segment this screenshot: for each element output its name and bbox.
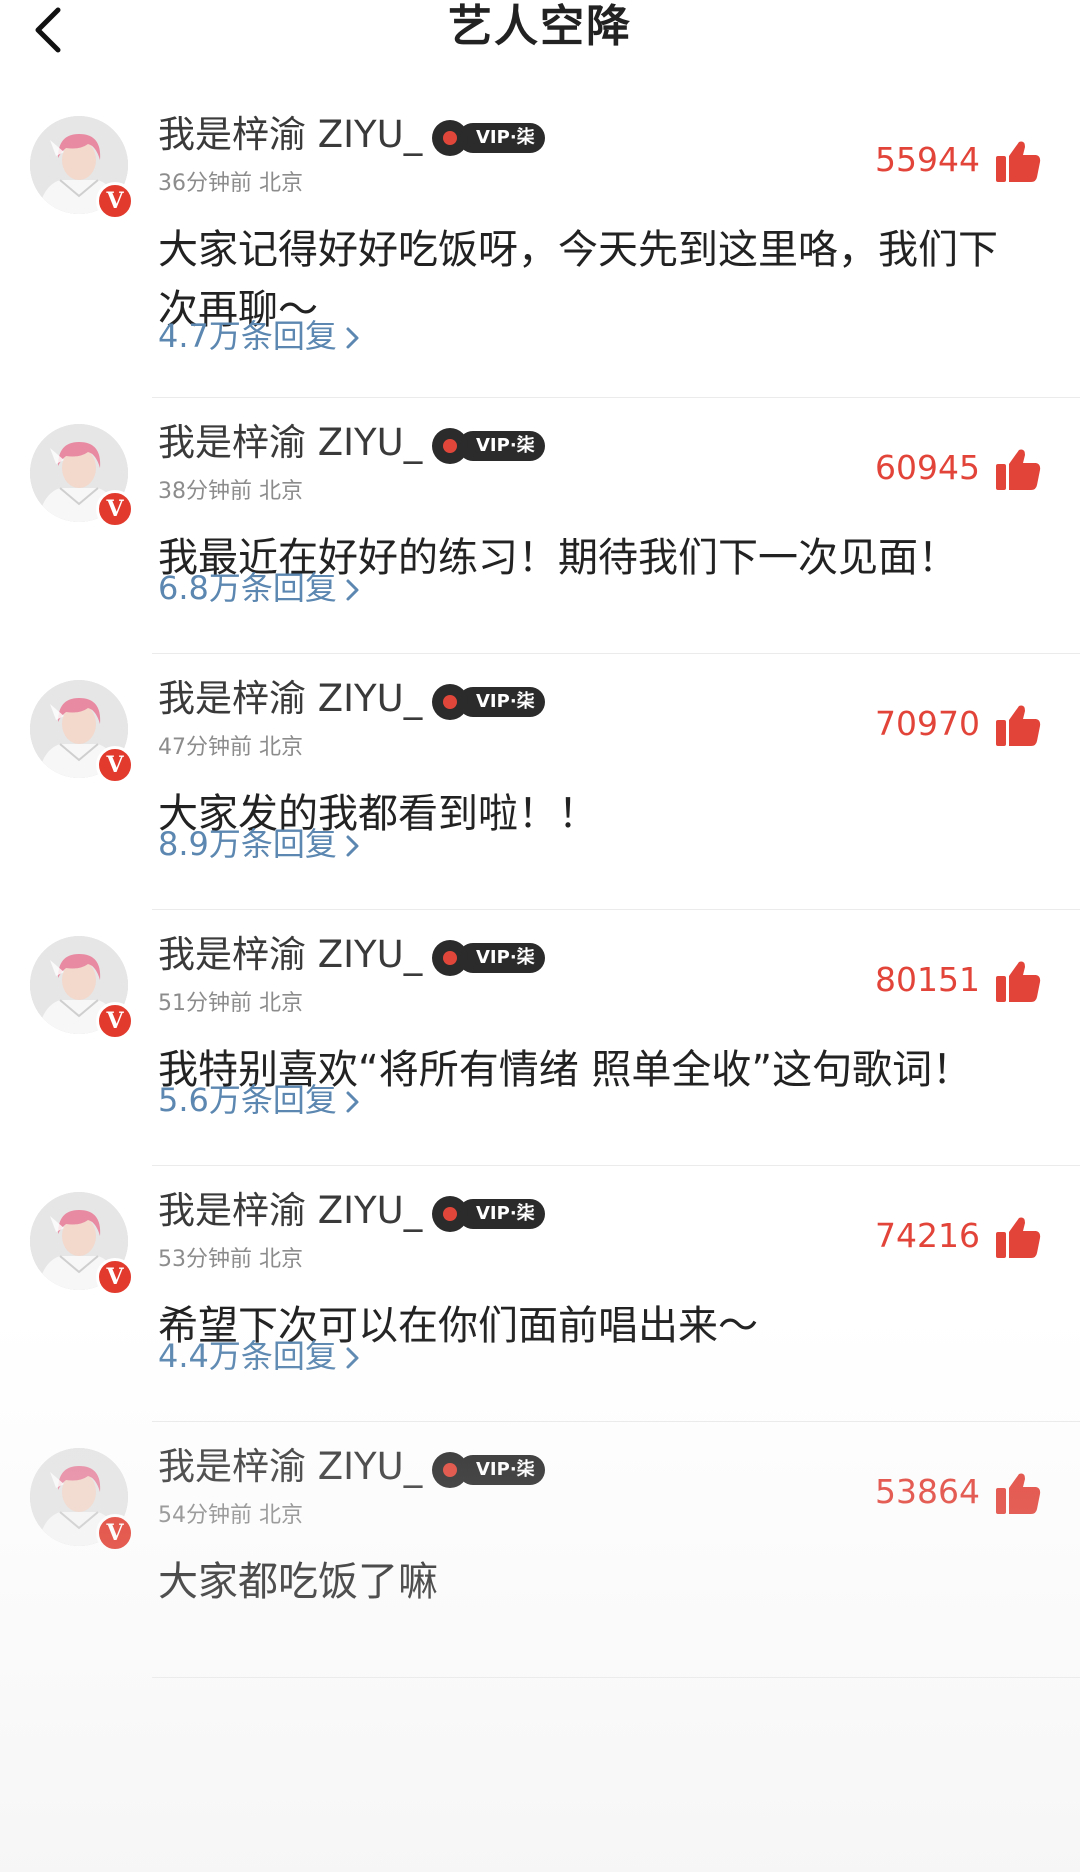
vinyl-disc-icon bbox=[432, 1196, 468, 1232]
replies-count: 5.6万条回复 bbox=[158, 1081, 337, 1119]
verified-badge: V bbox=[96, 490, 134, 528]
like-count: 53864 bbox=[875, 1472, 980, 1511]
replies-count: 8.9万条回复 bbox=[158, 825, 337, 863]
comment-meta: 51分钟前 北京 bbox=[158, 990, 303, 1018]
chevron-right-icon bbox=[346, 1347, 359, 1369]
meta-spacer bbox=[252, 479, 259, 504]
comment-location: 北京 bbox=[259, 1503, 304, 1528]
view-replies-link[interactable]: 4.4万条回复 bbox=[158, 1336, 361, 1376]
top-bar: 艺人空降 bbox=[0, 0, 1080, 60]
comment-location: 北京 bbox=[259, 479, 304, 504]
vip-label: VIP·柒 bbox=[458, 687, 545, 717]
username[interactable]: 我是梓渝 ZIYU_ bbox=[158, 1188, 422, 1234]
like-count: 74216 bbox=[875, 1216, 980, 1255]
vip-label: VIP·柒 bbox=[458, 431, 545, 461]
comment-location: 北京 bbox=[259, 1247, 304, 1272]
view-replies-link[interactable]: 4.7万条回复 bbox=[158, 316, 361, 356]
chevron-right-icon bbox=[346, 327, 359, 349]
chevron-right-icon bbox=[346, 835, 359, 857]
username[interactable]: 我是梓渝 ZIYU_ bbox=[158, 420, 422, 466]
comment-item[interactable]: V 我是梓渝 ZIYU_ VIP·柒 53分钟前 北京 74216 希望下次可以在你们面前… bbox=[0, 1166, 1080, 1422]
meta-spacer bbox=[252, 1503, 259, 1528]
comment-item[interactable]: V 我是梓渝 ZIYU_ VIP·柒 36分钟前 北京 55944 大家记得好好吃饭呀，今… bbox=[0, 90, 1080, 398]
divider bbox=[152, 1677, 1080, 1678]
like-count: 55944 bbox=[875, 140, 980, 179]
username[interactable]: 我是梓渝 ZIYU_ bbox=[158, 1444, 422, 1490]
like-count: 60945 bbox=[875, 448, 980, 487]
meta-spacer bbox=[252, 735, 259, 760]
verified-badge: V bbox=[96, 182, 134, 220]
like-count: 70970 bbox=[875, 704, 980, 743]
like-count: 80151 bbox=[875, 960, 980, 999]
replies-count: 6.8万条回复 bbox=[158, 569, 337, 607]
verified-badge: V bbox=[96, 1514, 134, 1552]
comment-time: 54分钟前 bbox=[158, 1503, 252, 1528]
chevron-right-icon bbox=[346, 579, 359, 601]
comment-location: 北京 bbox=[259, 991, 304, 1016]
comment-item[interactable]: V 我是梓渝 ZIYU_ VIP·柒 38分钟前 北京 60945 我最近在好好的练习！期… bbox=[0, 398, 1080, 654]
comment-meta: 54分钟前 北京 bbox=[158, 1502, 303, 1530]
comment-time: 53分钟前 bbox=[158, 1247, 252, 1272]
vip-label: VIP·柒 bbox=[458, 1455, 545, 1485]
vinyl-disc-icon bbox=[432, 120, 468, 156]
thumbs-up-icon[interactable] bbox=[994, 446, 1042, 492]
username[interactable]: 我是梓渝 ZIYU_ bbox=[158, 112, 422, 158]
vinyl-disc-icon bbox=[432, 684, 468, 720]
comment-location: 北京 bbox=[259, 735, 304, 760]
vinyl-disc-icon bbox=[432, 428, 468, 464]
replies-count: 4.7万条回复 bbox=[158, 317, 337, 355]
thumbs-up-icon[interactable] bbox=[994, 958, 1042, 1004]
view-replies-link[interactable]: 6.8万条回复 bbox=[158, 568, 361, 608]
comment-location: 北京 bbox=[259, 171, 304, 196]
comment-meta: 53分钟前 北京 bbox=[158, 1246, 303, 1274]
username[interactable]: 我是梓渝 ZIYU_ bbox=[158, 932, 422, 978]
verified-badge: V bbox=[96, 746, 134, 784]
username[interactable]: 我是梓渝 ZIYU_ bbox=[158, 676, 422, 722]
thumbs-up-icon[interactable] bbox=[994, 1470, 1042, 1516]
thumbs-up-icon[interactable] bbox=[994, 702, 1042, 748]
view-replies-link[interactable]: 8.9万条回复 bbox=[158, 824, 361, 864]
meta-spacer bbox=[252, 991, 259, 1016]
comment-time: 36分钟前 bbox=[158, 171, 252, 196]
chevron-right-icon bbox=[346, 1091, 359, 1113]
verified-badge: V bbox=[96, 1258, 134, 1296]
view-replies-link[interactable]: 5.6万条回复 bbox=[158, 1080, 361, 1120]
thumbs-up-icon[interactable] bbox=[994, 138, 1042, 184]
thumbs-up-icon[interactable] bbox=[994, 1214, 1042, 1260]
comment-meta: 38分钟前 北京 bbox=[158, 478, 303, 506]
comment-item[interactable]: V 我是梓渝 ZIYU_ VIP·柒 47分钟前 北京 70970 大家发的我都看到啦！！… bbox=[0, 654, 1080, 910]
vinyl-disc-icon bbox=[432, 940, 468, 976]
comment-meta: 47分钟前 北京 bbox=[158, 734, 303, 762]
replies-count: 4.4万条回复 bbox=[158, 1337, 337, 1375]
comment-meta: 36分钟前 北京 bbox=[158, 170, 303, 198]
comment-list: V 我是梓渝 ZIYU_ VIP·柒 36分钟前 北京 55944 大家记得好好吃饭呀，今… bbox=[0, 90, 1080, 1678]
page-title: 艺人空降 bbox=[448, 1, 632, 52]
vip-label: VIP·柒 bbox=[458, 1199, 545, 1229]
comment-item[interactable]: V 我是梓渝 ZIYU_ VIP·柒 51分钟前 北京 80151 我特别喜欢“将所有情绪… bbox=[0, 910, 1080, 1166]
vip-label: VIP·柒 bbox=[458, 943, 545, 973]
meta-spacer bbox=[252, 1247, 259, 1272]
comment-item[interactable]: V 我是梓渝 ZIYU_ VIP·柒 54分钟前 北京 53864 大家都吃饭了嘛 bbox=[0, 1422, 1080, 1678]
comment-time: 51分钟前 bbox=[158, 991, 252, 1016]
vip-label: VIP·柒 bbox=[458, 123, 545, 153]
vinyl-disc-icon bbox=[432, 1452, 468, 1488]
comment-time: 38分钟前 bbox=[158, 479, 252, 504]
meta-spacer bbox=[252, 171, 259, 196]
comment-text: 大家都吃饭了嘛 bbox=[158, 1559, 438, 1605]
verified-badge: V bbox=[96, 1002, 134, 1040]
comment-time: 47分钟前 bbox=[158, 735, 252, 760]
